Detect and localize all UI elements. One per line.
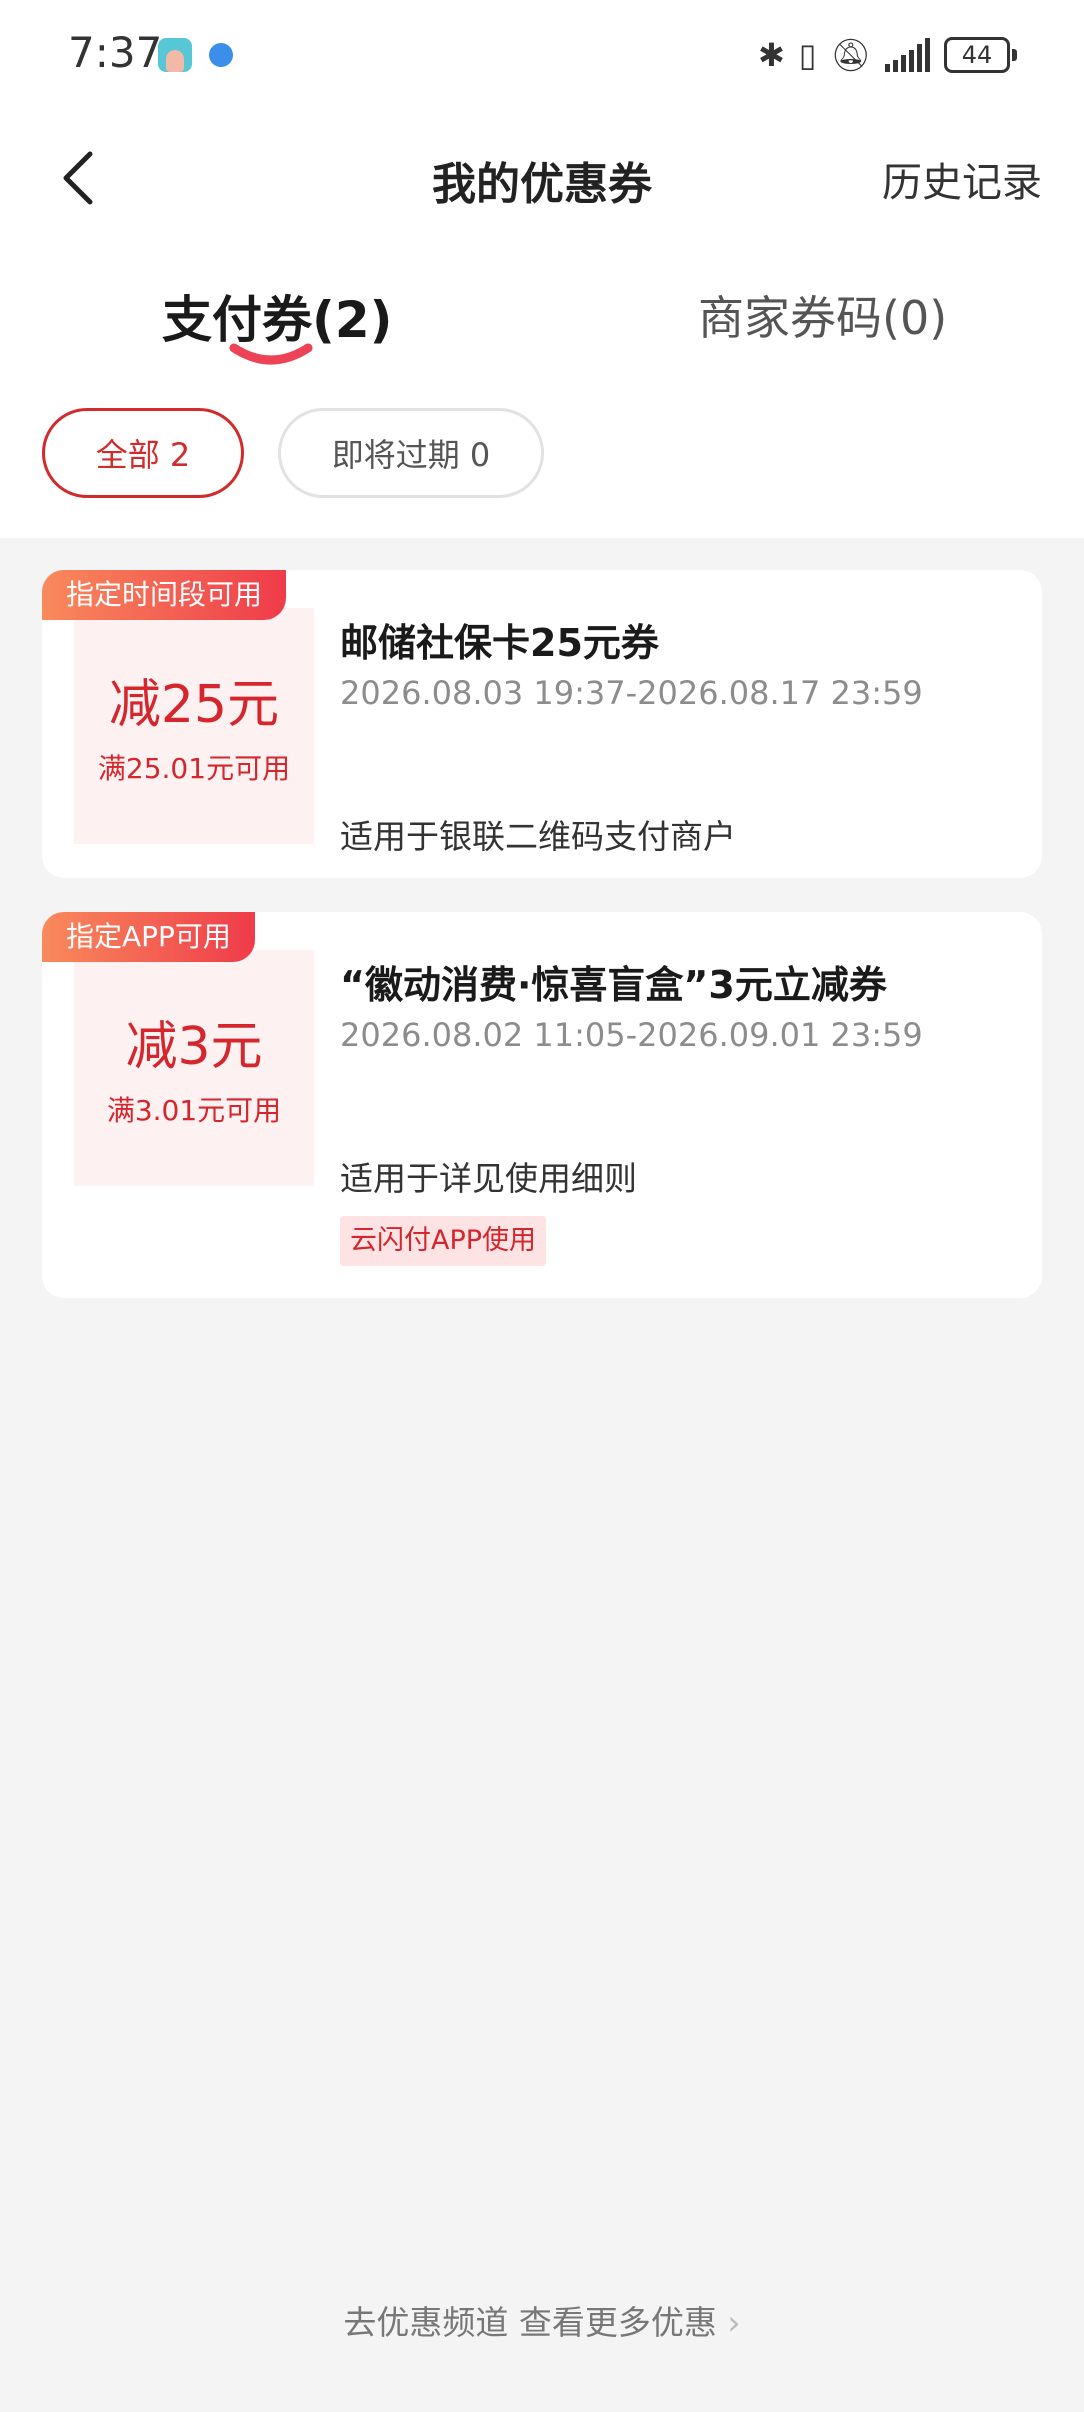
browser-notification-icon bbox=[209, 43, 233, 67]
coupon-threshold: 满25.01元可用 bbox=[97, 752, 291, 785]
coupon-app-badge: 云闪付APP使用 bbox=[340, 1216, 547, 1266]
coupon-tag: 指定时间段可用 bbox=[42, 570, 287, 620]
mute-icon: 🔕︎ bbox=[830, 36, 871, 74]
tab-merchant-codes[interactable]: 商家券码(0) bbox=[698, 282, 947, 348]
coupon-validity: 2026.08.03 19:37-2026.08.17 23:59 bbox=[340, 674, 923, 712]
coupon-tag: 指定APP可用 bbox=[42, 912, 255, 962]
filter-expiring[interactable]: 即将过期 0 bbox=[278, 408, 544, 498]
battery-icon: 44 bbox=[944, 37, 1017, 73]
chevron-right-icon: › bbox=[727, 2303, 741, 2342]
coupon-title: “徽动消费·惊喜盲盒”3元立减券 bbox=[340, 963, 887, 1007]
more-offers-label: 去优惠频道 查看更多优惠 bbox=[343, 2303, 717, 2342]
bluetooth-icon: ✱ bbox=[757, 36, 785, 74]
history-button[interactable]: 历史记录 bbox=[882, 150, 1042, 208]
coupon-amount-box: 减3元 满3.01元可用 bbox=[74, 950, 314, 1186]
coupon-amount: 减3元 bbox=[125, 1017, 263, 1077]
active-tab-indicator bbox=[229, 343, 313, 365]
status-time: 7:37 bbox=[68, 28, 163, 77]
coupon-validity: 2026.08.02 11:05-2026.09.01 23:59 bbox=[340, 1016, 923, 1054]
coupon-scope: 适用于银联二维码支付商户 bbox=[340, 817, 736, 856]
coupon-scope: 适用于详见使用细则 bbox=[340, 1159, 637, 1198]
app-notification-icon bbox=[158, 38, 192, 72]
coupon-title: 邮储社保卡25元券 bbox=[340, 621, 659, 665]
vibrate-icon: ▯ bbox=[798, 36, 817, 74]
coupon-card[interactable]: 减3元 满3.01元可用 指定APP可用 “徽动消费·惊喜盲盒”3元立减券 20… bbox=[42, 912, 1042, 1298]
more-offers-link[interactable]: 去优惠频道 查看更多优惠 › bbox=[0, 2296, 1084, 2344]
signal-icon bbox=[885, 38, 930, 72]
coupon-card[interactable]: 减25元 满25.01元可用 指定时间段可用 邮储社保卡25元券 2026.08… bbox=[42, 570, 1042, 878]
coupon-amount-box: 减25元 满25.01元可用 bbox=[74, 608, 314, 844]
coupon-amount: 减25元 bbox=[108, 675, 280, 735]
coupon-threshold: 满3.01元可用 bbox=[106, 1094, 282, 1127]
filter-all[interactable]: 全部 2 bbox=[42, 408, 244, 498]
status-icons: ✱ ▯ 🔕︎ 44 bbox=[757, 30, 1017, 80]
